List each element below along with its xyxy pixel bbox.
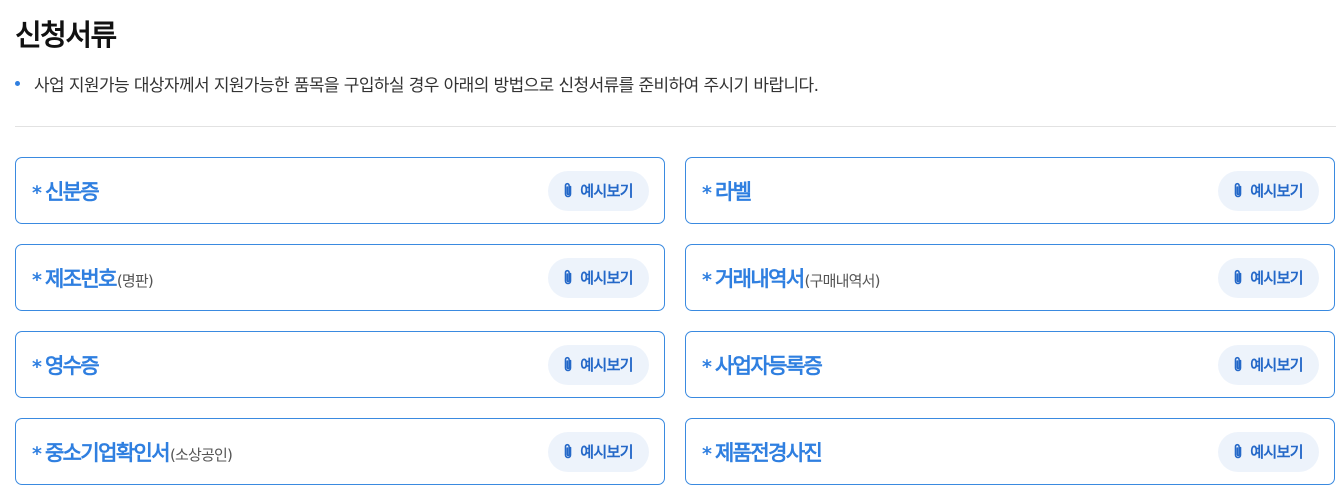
document-card-business-registration: * 사업자등록증 예시보기 <box>685 331 1335 398</box>
paperclip-icon <box>1233 443 1243 460</box>
view-example-button[interactable]: 예시보기 <box>1218 344 1319 385</box>
paperclip-icon <box>563 443 573 460</box>
paperclip-icon <box>1233 356 1243 373</box>
paperclip-icon <box>563 269 573 286</box>
required-marker: * <box>32 355 42 378</box>
view-example-label: 예시보기 <box>580 356 633 374</box>
view-example-button[interactable]: 예시보기 <box>1218 170 1319 211</box>
document-note: (명판) <box>116 271 154 290</box>
view-example-button[interactable]: 예시보기 <box>548 344 649 385</box>
bullet-icon <box>15 81 20 86</box>
paperclip-icon <box>563 182 573 199</box>
view-example-label: 예시보기 <box>1250 269 1303 287</box>
document-card-label: * 라벨 예시보기 <box>685 157 1335 224</box>
view-example-button[interactable]: 예시보기 <box>548 431 649 472</box>
document-card-transaction-statement: * 거래내역서 (구매내역서) 예시보기 <box>685 244 1335 311</box>
document-label: * 라벨 <box>702 176 752 206</box>
paperclip-icon <box>1233 182 1243 199</box>
document-label: * 제품전경사진 <box>702 437 823 467</box>
document-name: 영수증 <box>44 353 100 378</box>
view-example-button[interactable]: 예시보기 <box>548 257 649 298</box>
document-name: 제조번호 <box>44 266 117 291</box>
document-label: * 거래내역서 (구매내역서) <box>702 263 880 293</box>
document-note: (소상공인) <box>169 445 233 464</box>
document-card-id-card: * 신분증 예시보기 <box>15 157 665 224</box>
view-example-label: 예시보기 <box>580 269 633 287</box>
document-label: * 중소기업확인서 (소상공인) <box>32 437 233 467</box>
required-marker: * <box>32 181 42 204</box>
paperclip-icon <box>563 356 573 373</box>
document-name: 신분증 <box>44 179 100 204</box>
page-title: 신청서류 <box>15 18 117 52</box>
document-card-receipt: * 영수증 예시보기 <box>15 331 665 398</box>
document-label: * 신분증 <box>32 176 100 206</box>
document-card-serial-number: * 제조번호 (명판) 예시보기 <box>15 244 665 311</box>
paperclip-icon <box>1233 269 1243 286</box>
view-example-label: 예시보기 <box>1250 356 1303 374</box>
document-label: * 사업자등록증 <box>702 350 823 380</box>
required-marker: * <box>702 268 712 291</box>
document-label: * 영수증 <box>32 350 100 380</box>
document-card-sme-certificate: * 중소기업확인서 (소상공인) 예시보기 <box>15 418 665 485</box>
view-example-button[interactable]: 예시보기 <box>1218 431 1319 472</box>
required-marker: * <box>32 442 42 465</box>
required-marker: * <box>32 268 42 291</box>
divider <box>15 126 1336 127</box>
view-example-button[interactable]: 예시보기 <box>1218 257 1319 298</box>
notice-text: 사업 지원가능 대상자께서 지원가능한 품목을 구입하실 경우 아래의 방법으로… <box>34 76 819 96</box>
view-example-button[interactable]: 예시보기 <box>548 170 649 211</box>
view-example-label: 예시보기 <box>1250 182 1303 200</box>
required-marker: * <box>702 442 712 465</box>
required-marker: * <box>702 181 712 204</box>
document-name: 라벨 <box>714 179 752 204</box>
view-example-label: 예시보기 <box>580 443 633 461</box>
document-name: 중소기업확인서 <box>44 440 171 465</box>
document-note: (구매내역서) <box>804 271 881 290</box>
required-marker: * <box>702 355 712 378</box>
view-example-label: 예시보기 <box>580 182 633 200</box>
notice: 사업 지원가능 대상자께서 지원가능한 품목을 구입하실 경우 아래의 방법으로… <box>15 71 819 96</box>
document-card-product-photo: * 제품전경사진 예시보기 <box>685 418 1335 485</box>
document-name: 제품전경사진 <box>714 440 823 465</box>
view-example-label: 예시보기 <box>1250 443 1303 461</box>
document-name: 사업자등록증 <box>714 353 823 378</box>
document-name: 거래내역서 <box>714 266 805 291</box>
document-label: * 제조번호 (명판) <box>32 263 154 293</box>
